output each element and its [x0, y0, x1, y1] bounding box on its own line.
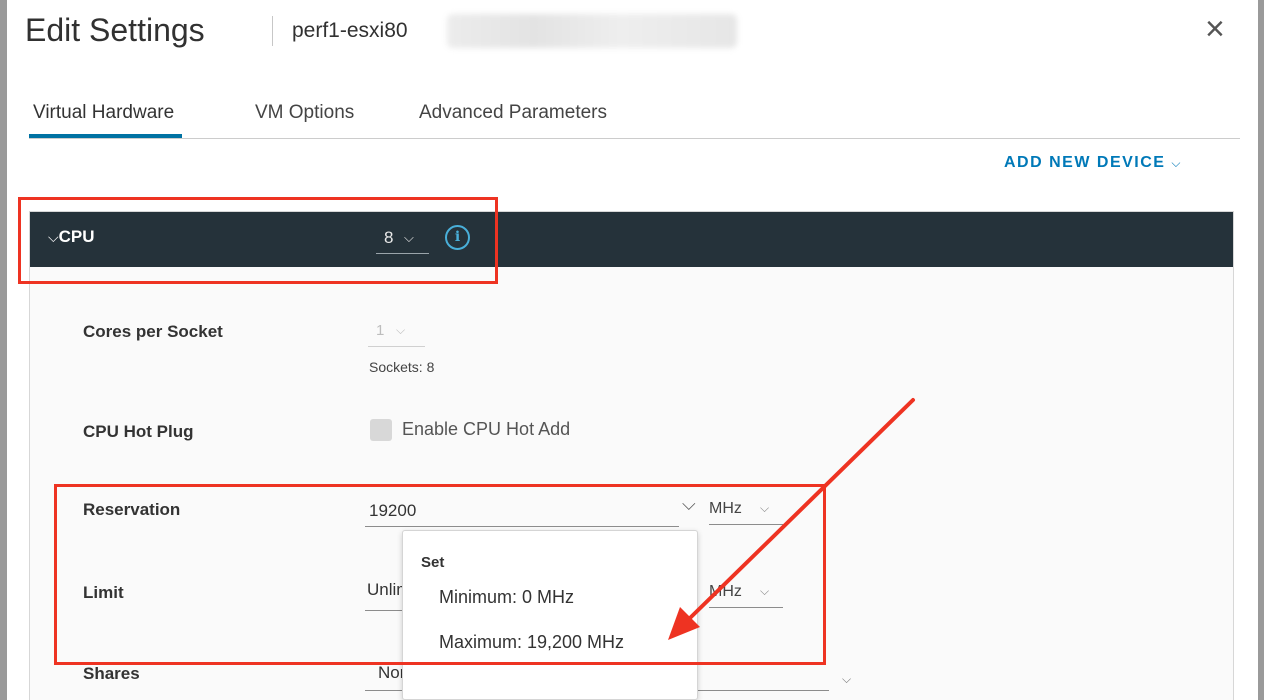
add-new-device-button[interactable]: ADD NEW DEVICE ⌵ [1004, 154, 1181, 172]
tab-vm-options[interactable]: VM Options [255, 102, 354, 124]
cores-per-socket-value: 1 [376, 322, 385, 339]
close-icon[interactable]: × [1205, 12, 1225, 46]
cpu-header: ⌵CPU 8 ⌵ i [30, 212, 1233, 267]
sockets-count: Sockets: 8 [369, 359, 435, 375]
edit-settings-dialog: Edit Settings perf1-esxi80 × Virtual Har… [7, 0, 1258, 700]
chevron-down-icon: ⌵ [1171, 156, 1181, 170]
dialog-title: Edit Settings [25, 12, 205, 48]
add-new-device-label: ADD NEW DEVICE [1004, 154, 1166, 171]
settings-tabs: Virtual Hardware VM Options Advanced Par… [28, 96, 1240, 139]
chevron-down-icon: ⌵ [48, 229, 59, 245]
reservation-dropdown-menu: Set Minimum: 0 MHz Maximum: 19,200 MHz [402, 530, 698, 700]
limit-unit-select[interactable]: MHz ⌵ [709, 581, 783, 608]
limit-label: Limit [83, 583, 124, 602]
title-divider [272, 16, 273, 46]
cpu-hot-plug-label: CPU Hot Plug [83, 422, 194, 441]
reservation-input[interactable] [365, 496, 679, 527]
reservation-label: Reservation [83, 500, 181, 519]
tab-virtual-hardware[interactable]: Virtual Hardware [28, 102, 183, 138]
chevron-down-icon: ⌵ [760, 501, 770, 515]
set-minimum-option[interactable]: Minimum: 0 MHz [439, 587, 574, 608]
cpu-section-label: CPU [58, 227, 95, 246]
reservation-dropdown-chevron-icon[interactable]: ⌵ [682, 494, 696, 515]
tab-advanced-parameters[interactable]: Advanced Parameters [419, 102, 607, 124]
info-icon[interactable]: i [445, 225, 470, 250]
limit-unit-value: MHz [709, 583, 742, 600]
redacted-vm-name [447, 14, 737, 48]
set-maximum-option[interactable]: Maximum: 19,200 MHz [439, 632, 624, 653]
cpu-section-toggle[interactable]: ⌵CPU [48, 227, 95, 247]
cpu-panel: ⌵CPU 8 ⌵ i Cores per Socket 1 ⌵ Sockets:… [29, 211, 1234, 700]
reservation-unit-value: MHz [709, 500, 742, 517]
chevron-down-icon: ⌵ [760, 584, 770, 598]
chevron-down-icon: ⌵ [396, 323, 406, 337]
reservation-unit-select[interactable]: MHz ⌵ [709, 498, 783, 525]
cores-per-socket-label: Cores per Socket [83, 322, 223, 341]
cpu-count-select[interactable]: 8 ⌵ [376, 226, 429, 254]
cpu-count-value: 8 [384, 228, 394, 247]
limit-input[interactable]: Unlimited [365, 580, 407, 611]
cores-per-socket-select: 1 ⌵ [368, 320, 425, 347]
popover-header: Set [421, 554, 445, 571]
enable-cpu-hot-add-label: Enable CPU Hot Add [402, 419, 571, 439]
chevron-down-icon[interactable]: ⌵ [842, 672, 851, 687]
vm-name: perf1-esxi80 [292, 19, 408, 42]
enable-cpu-hot-add-checkbox[interactable] [370, 419, 392, 441]
chevron-down-icon: ⌵ [404, 230, 414, 245]
shares-label: Shares [83, 664, 140, 683]
